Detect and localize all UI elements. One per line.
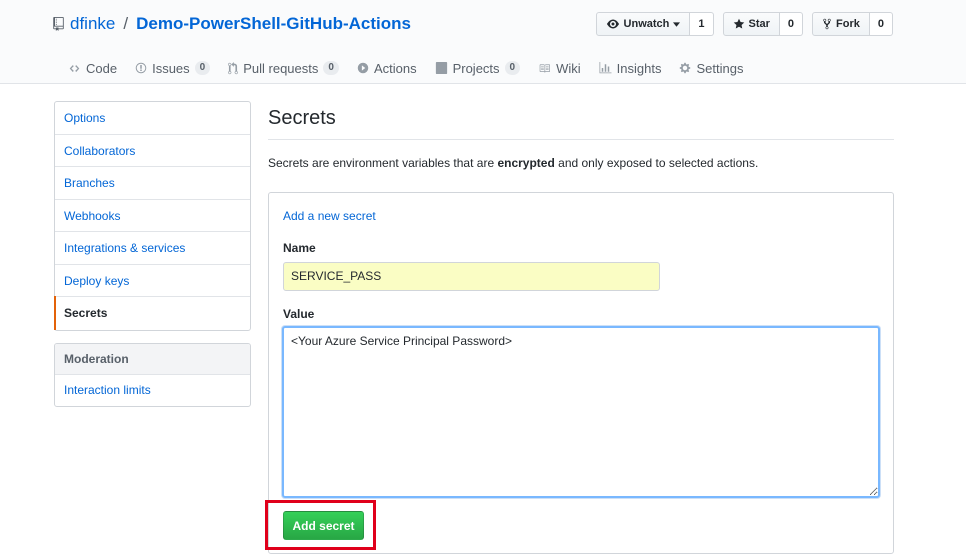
fork-button[interactable]: Fork <box>812 12 870 36</box>
repo-title: dfinke / Demo-PowerShell-GitHub-Actions <box>53 14 411 34</box>
add-new-secret-heading[interactable]: Add a new secret <box>283 209 376 223</box>
repo-header: dfinke / Demo-PowerShell-GitHub-Actions … <box>0 0 966 84</box>
star-button[interactable]: Star <box>722 12 780 36</box>
watch-count[interactable]: 1 <box>690 12 714 36</box>
code-icon <box>69 64 80 72</box>
repo-name-link[interactable]: Demo-PowerShell-GitHub-Actions <box>136 14 411 34</box>
settings-menu: Options Collaborators Branches Webhooks … <box>54 101 251 331</box>
menu-item-collaborators[interactable]: Collaborators <box>55 135 250 167</box>
tab-label: Settings <box>696 60 744 76</box>
tab-label: Code <box>86 60 118 76</box>
star-count[interactable]: 0 <box>779 12 804 36</box>
main-content: Secrets Secrets are environment variable… <box>268 100 894 554</box>
tab-label: Projects <box>452 60 500 76</box>
menu-item-integrations[interactable]: Integrations & services <box>55 232 250 265</box>
issues-count-badge: 0 <box>194 61 211 75</box>
repo-owner-link[interactable]: dfinke <box>70 14 115 34</box>
tab-projects[interactable]: Projects 0 <box>427 52 529 84</box>
tab-insights[interactable]: Insights <box>591 52 670 84</box>
star-group: Star 0 <box>722 12 804 36</box>
projects-count-badge: 0 <box>504 61 521 75</box>
graph-icon <box>599 62 612 74</box>
book-icon <box>539 63 551 73</box>
tab-wiki[interactable]: Wiki <box>530 52 589 84</box>
menu-item-interaction-limits[interactable]: Interaction limits <box>55 375 250 406</box>
fork-count[interactable]: 0 <box>869 12 893 36</box>
secrets-description: Secrets are environment variables that a… <box>268 156 894 170</box>
highlight-box <box>265 500 376 550</box>
tab-issues[interactable]: Issues 0 <box>127 52 218 84</box>
fork-label: Fork <box>836 18 860 30</box>
pull-request-icon <box>228 61 239 74</box>
tab-label: Wiki <box>556 60 581 76</box>
tab-label: Issues <box>152 60 190 76</box>
menu-item-deploy-keys[interactable]: Deploy keys <box>55 265 250 297</box>
tab-code[interactable]: Code <box>60 52 125 84</box>
repo-icon <box>53 17 64 31</box>
tab-label: Insights <box>616 60 662 76</box>
moderation-heading: Moderation <box>55 344 250 375</box>
repo-actions: Unwatch 1 Star 0 Fork 0 <box>595 12 893 36</box>
tab-actions[interactable]: Actions <box>349 52 425 84</box>
star-icon <box>733 18 744 29</box>
name-label: Name <box>283 241 316 255</box>
fork-group: Fork 0 <box>812 12 893 36</box>
tab-settings[interactable]: Settings <box>671 52 751 84</box>
tab-pull-requests[interactable]: Pull requests 0 <box>220 52 347 84</box>
play-icon <box>357 62 369 74</box>
unwatch-label: Unwatch <box>623 18 670 30</box>
menu-item-webhooks[interactable]: Webhooks <box>55 200 250 232</box>
menu-item-branches[interactable]: Branches <box>55 167 250 200</box>
menu-item-options[interactable]: Options <box>55 102 250 135</box>
menu-item-secrets[interactable]: Secrets <box>54 296 250 330</box>
watch-group: Unwatch 1 <box>595 12 714 36</box>
tab-label: Pull requests <box>243 60 319 76</box>
gear-icon <box>680 62 691 74</box>
value-label: Value <box>283 307 315 321</box>
page-title: Secrets <box>268 100 894 140</box>
pull-requests-count-badge: 0 <box>323 61 339 75</box>
project-icon <box>435 62 447 74</box>
repo-nav: Code Issues 0 Pull requests 0 Actions Pr… <box>60 52 753 84</box>
fork-icon <box>823 18 831 30</box>
star-label: Star <box>748 18 770 30</box>
issue-icon <box>135 62 147 74</box>
secret-value-textarea[interactable]: <Your Azure Service Principal Password> <box>282 326 880 498</box>
secret-name-input[interactable]: SERVICE_PASS <box>283 262 660 291</box>
eye-icon <box>606 19 619 29</box>
description-suffix: and only exposed to selected actions. <box>554 156 759 170</box>
caret-down-icon <box>673 21 681 27</box>
unwatch-button[interactable]: Unwatch <box>595 12 691 36</box>
tab-label: Actions <box>373 60 417 76</box>
path-separator: / <box>123 14 129 33</box>
moderation-menu: Moderation Interaction limits <box>54 343 251 407</box>
description-bold: encrypted <box>497 156 555 170</box>
description-prefix: Secrets are environment variables that a… <box>268 156 498 170</box>
